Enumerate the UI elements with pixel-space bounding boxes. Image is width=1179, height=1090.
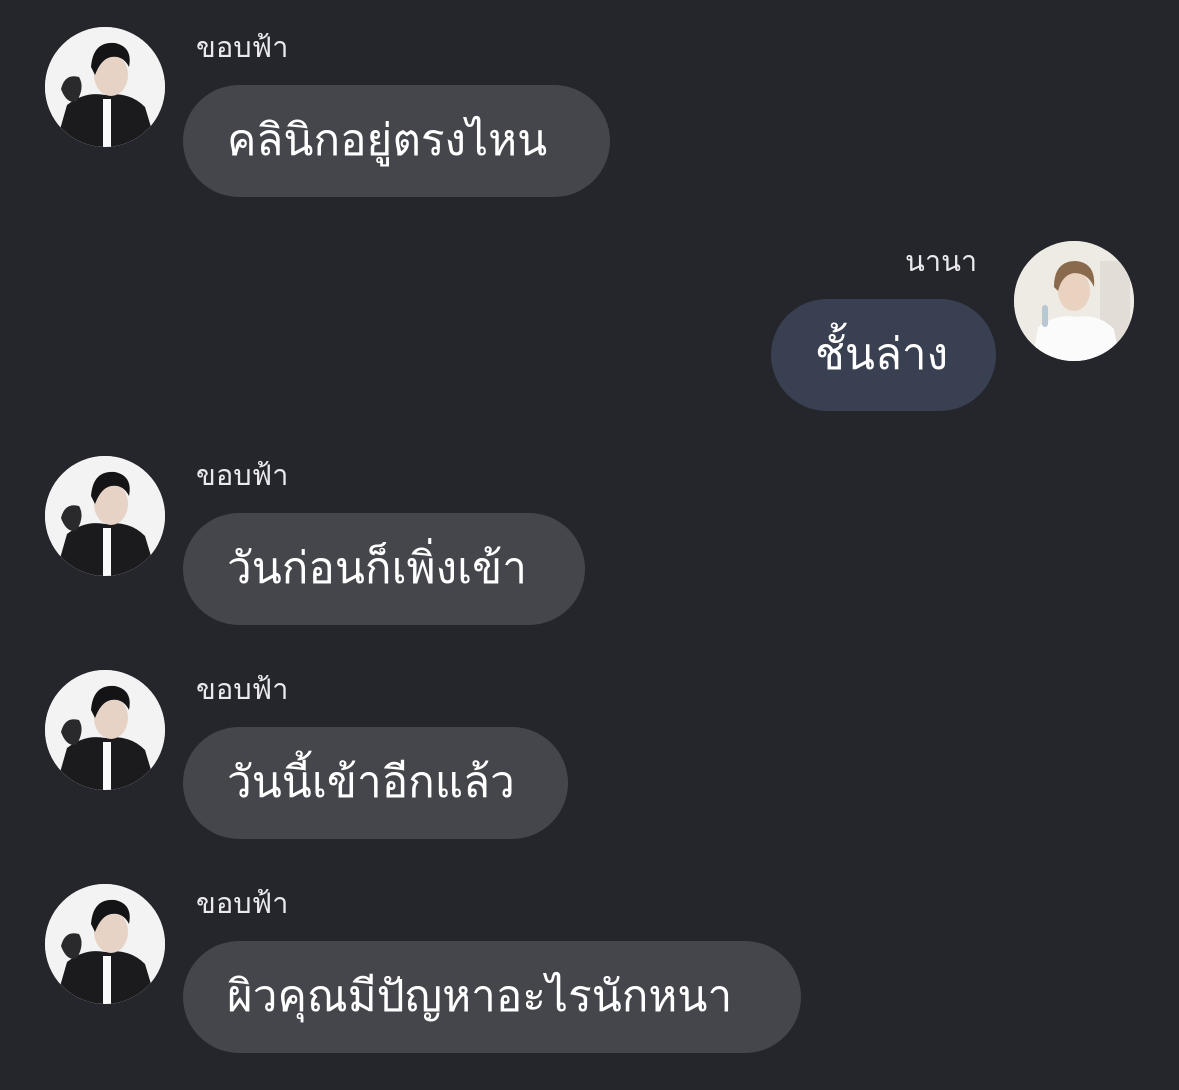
sender-name: ขอบฟ้า	[196, 672, 289, 706]
user-avatar-icon	[45, 456, 165, 576]
sender-name: ขอบฟ้า	[196, 30, 289, 64]
sender-name: ขอบฟ้า	[196, 458, 289, 492]
sender-avatar[interactable]	[45, 27, 165, 147]
message-bubble[interactable]: คลินิกอยู่ตรงไหน	[183, 85, 610, 197]
sender-name: นานา	[905, 244, 978, 278]
message-bubble[interactable]: วันก่อนก็เพิ่งเข้า	[183, 513, 585, 625]
user-avatar-icon	[45, 884, 165, 1004]
user-avatar-icon	[45, 670, 165, 790]
sender-avatar[interactable]	[45, 884, 165, 1004]
message-bubble[interactable]: ผิวคุณมีปัญหาอะไรนักหนา	[183, 941, 801, 1053]
message-bubble[interactable]: ชั้นล่าง	[771, 299, 996, 411]
user-avatar-icon	[1014, 241, 1134, 361]
sender-name: ขอบฟ้า	[196, 886, 289, 920]
user-avatar-icon	[45, 27, 165, 147]
sender-avatar[interactable]	[45, 456, 165, 576]
sender-avatar[interactable]	[45, 670, 165, 790]
message-bubble[interactable]: วันนี้เข้าอีกแล้ว	[183, 727, 568, 839]
sender-avatar[interactable]	[1014, 241, 1134, 361]
